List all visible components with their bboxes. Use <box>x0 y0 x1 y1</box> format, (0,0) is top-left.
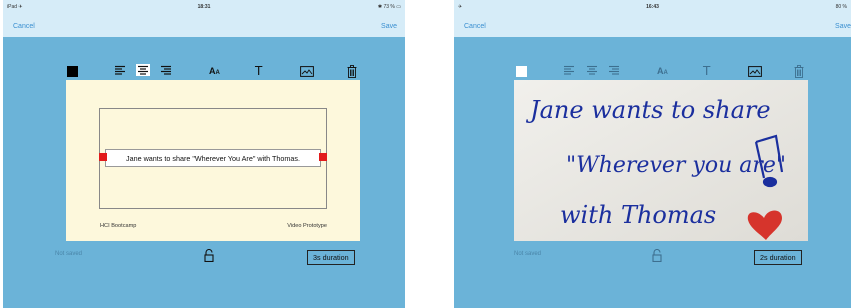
text-icon: T <box>703 64 711 78</box>
toolbar: AA T <box>454 64 851 78</box>
color-swatch-button[interactable] <box>516 64 527 78</box>
footer-right-label: Video Prototype <box>287 223 327 229</box>
save-status: Not saved <box>514 251 542 257</box>
lock-button[interactable] <box>652 249 662 263</box>
status-battery: ✱ 73 % ▭ <box>377 4 401 10</box>
text-button[interactable]: T <box>703 64 710 78</box>
unlock-icon <box>204 249 214 263</box>
color-swatch-button[interactable] <box>67 64 78 78</box>
cancel-button[interactable]: Cancel <box>13 23 35 30</box>
font-size-icon: AA <box>657 66 668 76</box>
trash-icon <box>794 64 804 78</box>
editor-screen-photo-card: ✈ 16:43 80 % Cancel Save AA T Jane wants… <box>454 0 851 308</box>
align-center-button[interactable] <box>136 64 150 76</box>
color-swatch <box>516 65 527 77</box>
align-left-icon <box>564 65 574 75</box>
duration-button[interactable]: 3s duration <box>307 250 355 265</box>
align-left-icon <box>115 65 125 75</box>
nav-bar: Cancel Save <box>454 15 851 37</box>
toolbar: AA T <box>3 64 405 78</box>
align-right-button[interactable] <box>607 64 621 76</box>
unlock-icon <box>652 249 662 263</box>
status-time: 18:31 <box>197 4 211 10</box>
status-bar: ✈ 16:43 80 % <box>454 0 851 15</box>
align-center-icon <box>138 65 148 75</box>
status-battery: 80 % <box>835 4 847 10</box>
text-card-canvas[interactable]: Jane wants to share "Wherever You Are" w… <box>66 80 360 241</box>
text-button[interactable]: T <box>255 64 262 78</box>
save-button[interactable]: Save <box>835 23 851 30</box>
align-center-icon <box>587 65 597 75</box>
editor-screen-text-card: iPad ✈ 18:31 ✱ 73 % ▭ Cancel Save AA T J… <box>3 0 405 308</box>
cancel-button[interactable]: Cancel <box>464 23 486 30</box>
footer-left-label: HCI Bootcamp <box>100 223 137 229</box>
resize-handle-left[interactable] <box>99 153 107 161</box>
align-left-button[interactable] <box>562 64 576 76</box>
image-button[interactable] <box>300 64 314 78</box>
trash-button[interactable] <box>347 64 357 78</box>
trash-icon <box>347 64 357 78</box>
trash-button[interactable] <box>794 64 804 78</box>
status-time: 16:43 <box>646 4 659 10</box>
card-text-box[interactable]: Jane wants to share "Wherever You Are" w… <box>105 149 321 167</box>
nav-bar: Cancel Save <box>3 15 405 37</box>
image-button[interactable] <box>748 64 762 78</box>
photo-card[interactable]: Jane wants to share "Wherever you are" w… <box>514 80 808 241</box>
font-size-button[interactable]: AA <box>209 64 220 78</box>
handwriting-line-3: with Thomas <box>560 201 716 229</box>
handwriting-line-1: Jane wants to share <box>525 96 771 124</box>
align-left-button[interactable] <box>113 64 127 76</box>
save-status: Not saved <box>55 251 83 257</box>
font-size-button[interactable]: AA <box>657 64 668 78</box>
image-icon <box>748 65 762 77</box>
duration-button[interactable]: 2s duration <box>754 250 802 265</box>
handwriting-line-2: "Wherever you are" <box>566 153 786 178</box>
handwritten-note-image: Jane wants to share "Wherever you are" w… <box>514 80 808 241</box>
lock-button[interactable] <box>204 249 214 263</box>
resize-handle-right[interactable] <box>319 153 327 161</box>
align-right-icon <box>609 65 619 75</box>
align-right-icon <box>161 65 171 75</box>
status-bar: iPad ✈ 18:31 ✱ 73 % ▭ <box>3 0 405 15</box>
align-center-button[interactable] <box>585 64 599 76</box>
color-swatch <box>67 65 78 77</box>
save-button[interactable]: Save <box>381 23 397 30</box>
font-size-icon: AA <box>209 66 220 76</box>
text-area-frame: Jane wants to share "Wherever You Are" w… <box>99 108 327 209</box>
text-icon: T <box>255 64 263 78</box>
align-right-button[interactable] <box>159 64 173 76</box>
image-icon <box>300 65 314 77</box>
